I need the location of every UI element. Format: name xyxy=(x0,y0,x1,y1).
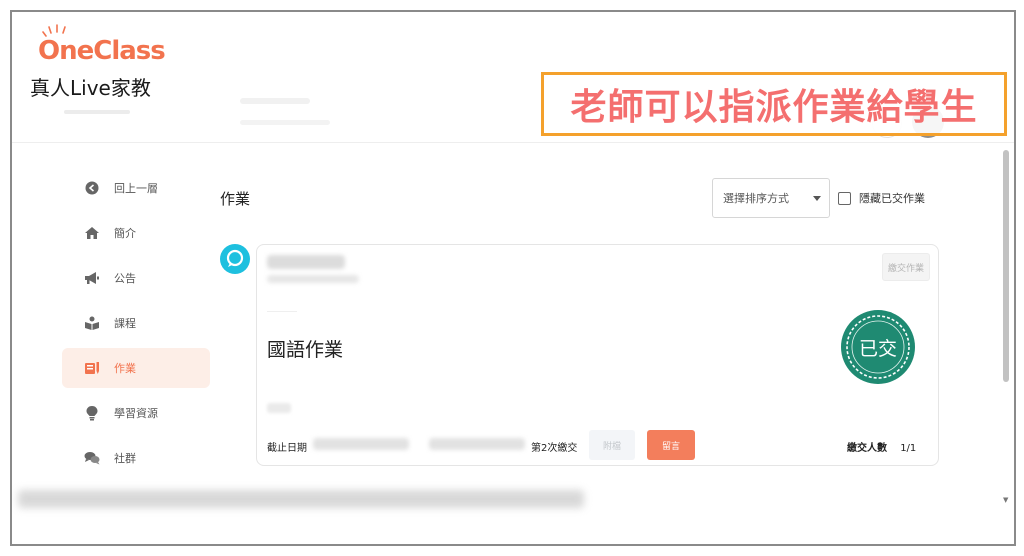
lightbulb-icon xyxy=(84,405,100,421)
deadline-time-blurred xyxy=(429,438,525,450)
oneclass-logo[interactable]: OneClass xyxy=(26,24,166,70)
sidebar-item-label: 學習資源 xyxy=(114,407,158,420)
chat-logo-icon xyxy=(226,249,244,267)
annotation-callout: 老師可以指派作業給學生 xyxy=(541,72,1007,136)
header-blurred-text xyxy=(240,120,330,125)
deadline-label: 截止日期 xyxy=(267,443,307,454)
chat-bubbles-icon xyxy=(84,450,100,466)
page-title: 作業 xyxy=(220,190,251,208)
sidebar-item-homework[interactable]: 作業 xyxy=(62,348,210,388)
hide-submitted-label: 隱藏已交作業 xyxy=(859,192,925,205)
assignment-title: 國語作業 xyxy=(267,339,344,361)
footer-blurred-text xyxy=(18,490,584,508)
post-time-blurred xyxy=(267,275,359,283)
sidebar-item-resources[interactable]: 學習資源 xyxy=(62,393,210,433)
card-divider xyxy=(267,311,297,312)
sidebar-item-label: 簡介 xyxy=(114,227,136,240)
tagline: 真人Live家教 xyxy=(30,76,151,100)
sidebar-item-announcements[interactable]: 公告 xyxy=(62,258,210,298)
sort-select-value: 選擇排序方式 xyxy=(723,192,789,205)
sidebar-item-label: 課程 xyxy=(114,317,136,330)
homework-icon xyxy=(84,360,100,376)
sidebar-item-back[interactable]: 回上一層 xyxy=(62,168,210,208)
sidebar-item-courses[interactable]: 課程 xyxy=(62,303,210,343)
assignment-card: 繳交作業 國語作業 已交 截止日期 第2次繳交 附檔 留言 繳交人數 1/1 xyxy=(256,244,939,466)
scroll-down-arrow-icon[interactable]: ▼ xyxy=(1003,496,1008,504)
sidebar-item-community[interactable]: 社群 xyxy=(62,438,210,478)
app-window: OneClass 真人Live家教 老師可以指派作業給學生 回上一層 簡介 公告 xyxy=(10,10,1016,546)
hide-submitted-toggle[interactable]: 隱藏已交作業 xyxy=(838,190,925,206)
sidebar-item-intro[interactable]: 簡介 xyxy=(62,213,210,253)
back-arrow-circle-icon xyxy=(84,180,100,196)
header-blurred-text xyxy=(64,110,130,114)
scrollbar-thumb[interactable] xyxy=(1003,150,1009,382)
sidebar-item-label: 作業 xyxy=(114,362,136,375)
sidebar-item-label: 社群 xyxy=(114,452,136,465)
sidebar-item-label: 回上一層 xyxy=(114,182,158,195)
megaphone-icon xyxy=(84,270,100,286)
home-icon xyxy=(84,225,100,241)
page-scrollbar[interactable]: ▼ xyxy=(1002,144,1012,504)
submitted-count-value: 1/1 xyxy=(900,443,917,454)
caret-down-icon xyxy=(813,196,821,201)
submit-homework-button[interactable]: 繳交作業 xyxy=(882,253,930,281)
attachment-button[interactable]: 附檔 xyxy=(589,430,635,460)
assignment-description-blurred xyxy=(267,403,291,413)
teacher-avatar xyxy=(220,244,250,274)
stamp-text: 已交 xyxy=(859,338,897,360)
book-reader-icon xyxy=(84,315,100,331)
submission-count-label: 第2次繳交 xyxy=(531,443,578,454)
sidebar-item-label: 公告 xyxy=(114,272,136,285)
submitted-stamp-icon: 已交 xyxy=(841,310,915,384)
comment-button[interactable]: 留言 xyxy=(647,430,695,460)
header-blurred-text xyxy=(240,98,310,104)
hide-submitted-checkbox[interactable] xyxy=(838,191,851,205)
submitted-count-label: 繳交人數 xyxy=(847,443,887,454)
header-divider xyxy=(12,142,1014,143)
sort-select[interactable]: 選擇排序方式 xyxy=(712,178,830,218)
deadline-date-blurred xyxy=(313,438,409,450)
annotation-text: 老師可以指派作業給學生 xyxy=(570,87,978,128)
submitted-count: 繳交人數 1/1 xyxy=(847,439,916,454)
teacher-name-blurred xyxy=(267,255,345,269)
logo-text: OneClass xyxy=(38,36,166,66)
sidebar: 回上一層 簡介 公告 課程 作業 學習資源 社群 xyxy=(62,168,210,483)
